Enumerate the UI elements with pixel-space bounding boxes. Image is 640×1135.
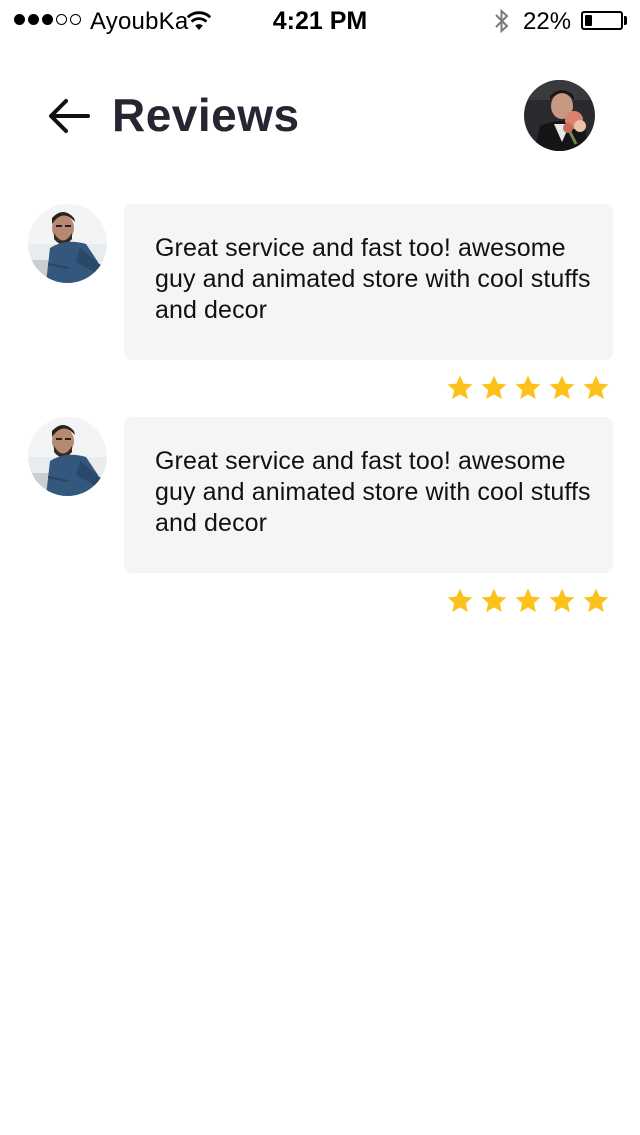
profile-avatar[interactable] — [524, 80, 595, 151]
review-bubble: Great service and fast too! awesome guy … — [124, 204, 613, 360]
review-text: Great service and fast too! awesome guy … — [155, 234, 591, 324]
star-icon — [515, 375, 541, 399]
star-icon — [549, 375, 575, 399]
battery-percentage: 22% — [523, 8, 572, 35]
battery-tip — [624, 16, 627, 25]
status-bar: AyoubKa 4:21 PM 22% — [0, 0, 640, 40]
review-bubble: Great service and fast too! awesome guy … — [124, 417, 613, 573]
star-rating — [446, 587, 610, 615]
back-button[interactable] — [44, 94, 94, 138]
reviewer-avatar-image — [28, 417, 107, 496]
reviewer-avatar — [28, 417, 107, 496]
user-avatar-image — [524, 80, 595, 151]
arrow-left-icon — [49, 99, 90, 133]
reviewer-avatar-image — [28, 204, 107, 283]
star-icon — [515, 588, 541, 612]
page-title: Reviews — [112, 89, 300, 141]
star-icon — [583, 588, 609, 612]
review-text: Great service and fast too! awesome guy … — [155, 447, 591, 537]
star-icon — [481, 375, 507, 399]
star-icon — [583, 375, 609, 399]
bluetooth-icon — [495, 8, 509, 34]
reviewer-avatar — [28, 204, 107, 283]
review-item: Great service and fast too! awesome guy … — [0, 417, 640, 629]
star-rating — [446, 374, 610, 402]
star-icon — [447, 375, 473, 399]
star-icon — [481, 588, 507, 612]
reviews-screen: AyoubKa 4:21 PM 22% Reviews Great servic… — [0, 0, 640, 1135]
star-icon — [447, 588, 473, 612]
star-icon — [549, 588, 575, 612]
review-item: Great service and fast too! awesome guy … — [0, 204, 640, 416]
battery-icon — [581, 11, 623, 30]
